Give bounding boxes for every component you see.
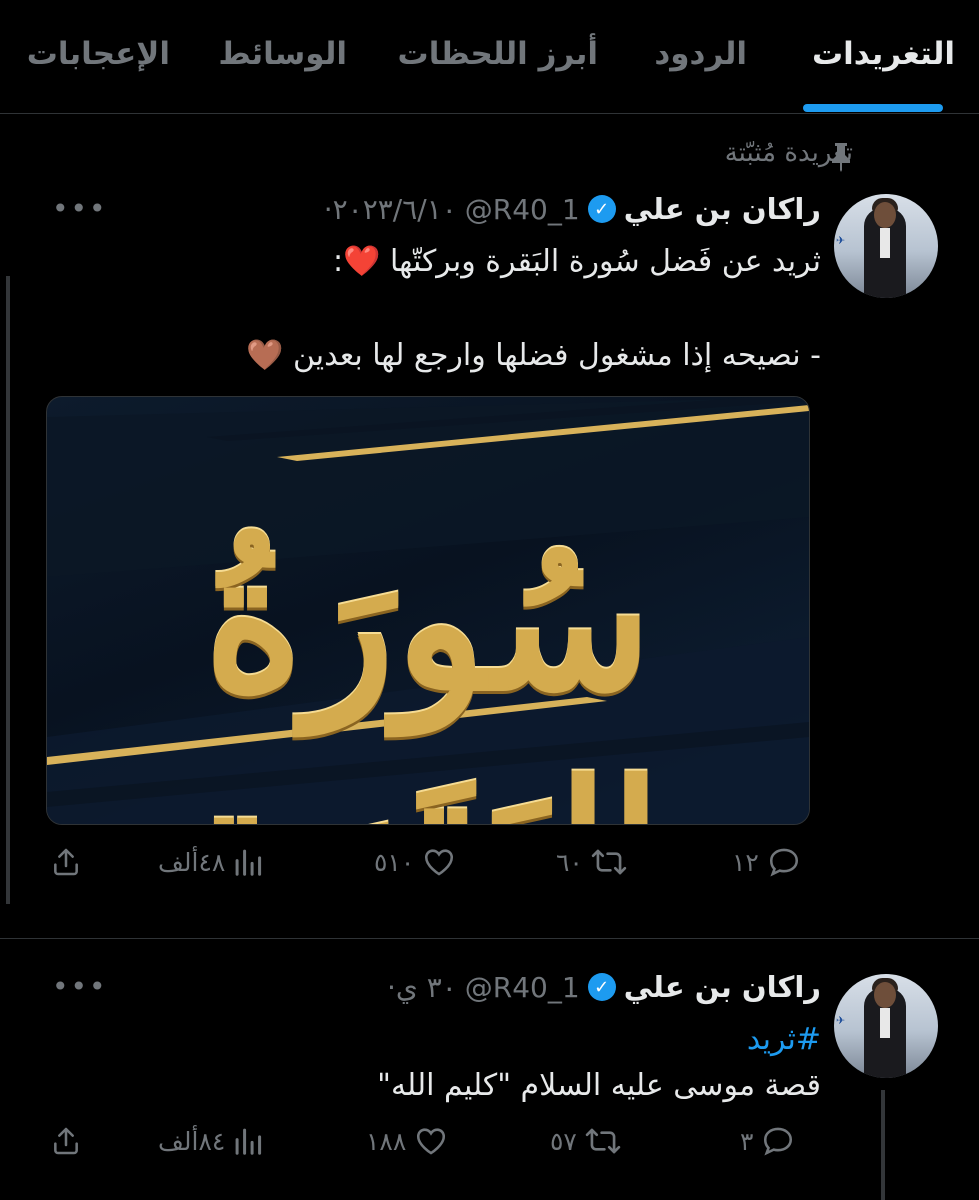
retweet-button[interactable]: ٥٧ [550,1124,621,1158]
retweet-count: ٦٠ [556,847,583,877]
tab-media[interactable]: الوسائط [218,36,347,72]
reply-icon [764,1127,793,1156]
retweet-icon [585,1128,621,1154]
profile-tabs: التغريدات الردود أبرز اللحظات الوسائط ال… [0,0,979,114]
active-tab-indicator [803,104,943,112]
more-icon[interactable]: ••• [52,192,108,225]
tweet-header: راكان بن علي ✓ @R40_1 ·٣٠ ي [387,970,821,1004]
share-icon [54,848,78,876]
reply-button[interactable]: ٣ [740,1124,795,1158]
tab-highlights[interactable]: أبرز اللحظات [398,36,598,72]
share-button[interactable] [50,845,82,879]
tweet-text-line-1: ثريد عن فَضل سُورة البَقرة وبركتّها ❤️: [333,244,821,279]
display-name[interactable]: راكان بن علي [624,192,821,226]
heart-icon [425,849,454,876]
views-icon [235,1128,262,1155]
scroll-indicator [6,276,10,904]
tweet-actions: ٣ ٥٧ ١٨٨ ٨٤ألف [0,1124,979,1164]
display-name[interactable]: راكان بن علي [624,970,821,1004]
tweet-separator [0,938,979,939]
tweet-header: راكان بن علي ✓ @R40_1 ·٢٠٢٣/٦/١٠ [324,192,821,226]
tab-likes[interactable]: الإعجابات [27,36,170,72]
tab-replies[interactable]: الردود [654,36,747,72]
avatar-logo: ✈ [836,1014,846,1027]
reply-button[interactable]: ١٢ [732,845,801,879]
like-count: ١٨٨ [366,1126,407,1156]
timestamp[interactable]: ·٢٠٢٣/٦/١٠ [324,193,457,226]
views-count: ٤٨ألف [158,847,226,877]
views-button[interactable]: ٤٨ألف [158,845,263,879]
tweet-text-line-1: قصة موسى عليه السلام "كليم الله" [377,1068,821,1103]
like-button[interactable]: ١٨٨ [366,1124,448,1158]
reply-count: ١٢ [732,847,759,877]
avatar-logo: ✈ [836,234,846,247]
share-icon [54,1127,78,1155]
like-button[interactable]: ٥١٠ [374,845,456,879]
retweet-count: ٥٧ [550,1126,577,1156]
timestamp[interactable]: ·٣٠ ي [387,971,457,1004]
views-button[interactable]: ٨٤ألف [158,1124,263,1158]
hashtag-link[interactable]: #ثريد [747,1018,821,1062]
tweet-text-line-2: - نصيحه إذا مشغول فضلها وارجع لها بعدين … [246,338,821,373]
pin-icon [832,143,850,172]
tweet-actions: ١٢ ٦٠ ٥١٠ ٤٨ألف [0,845,979,885]
verified-badge-icon: ✓ [587,973,616,1001]
avatar[interactable]: ✈ [834,194,938,298]
more-icon[interactable]: ••• [52,970,108,1003]
tab-tweets[interactable]: التغريدات [812,36,955,72]
reply-count: ٣ [740,1126,754,1156]
reply-icon [769,848,798,877]
handle[interactable]: @R40_1 [465,971,580,1004]
avatar[interactable]: ✈ [834,974,938,1078]
retweet-icon [591,849,627,875]
like-count: ٥١٠ [374,847,415,877]
tweet-image[interactable]: سُورَةُ البَقَرَة [46,396,810,825]
verified-badge-icon: ✓ [587,195,616,223]
handle[interactable]: @R40_1 [465,193,580,226]
image-calligraphy: سُورَةُ البَقَرَة [194,510,663,824]
views-count: ٨٤ألف [158,1126,226,1156]
heart-icon [417,1128,446,1155]
retweet-button[interactable]: ٦٠ [556,845,627,879]
share-button[interactable] [50,1124,82,1158]
views-icon [235,849,262,876]
